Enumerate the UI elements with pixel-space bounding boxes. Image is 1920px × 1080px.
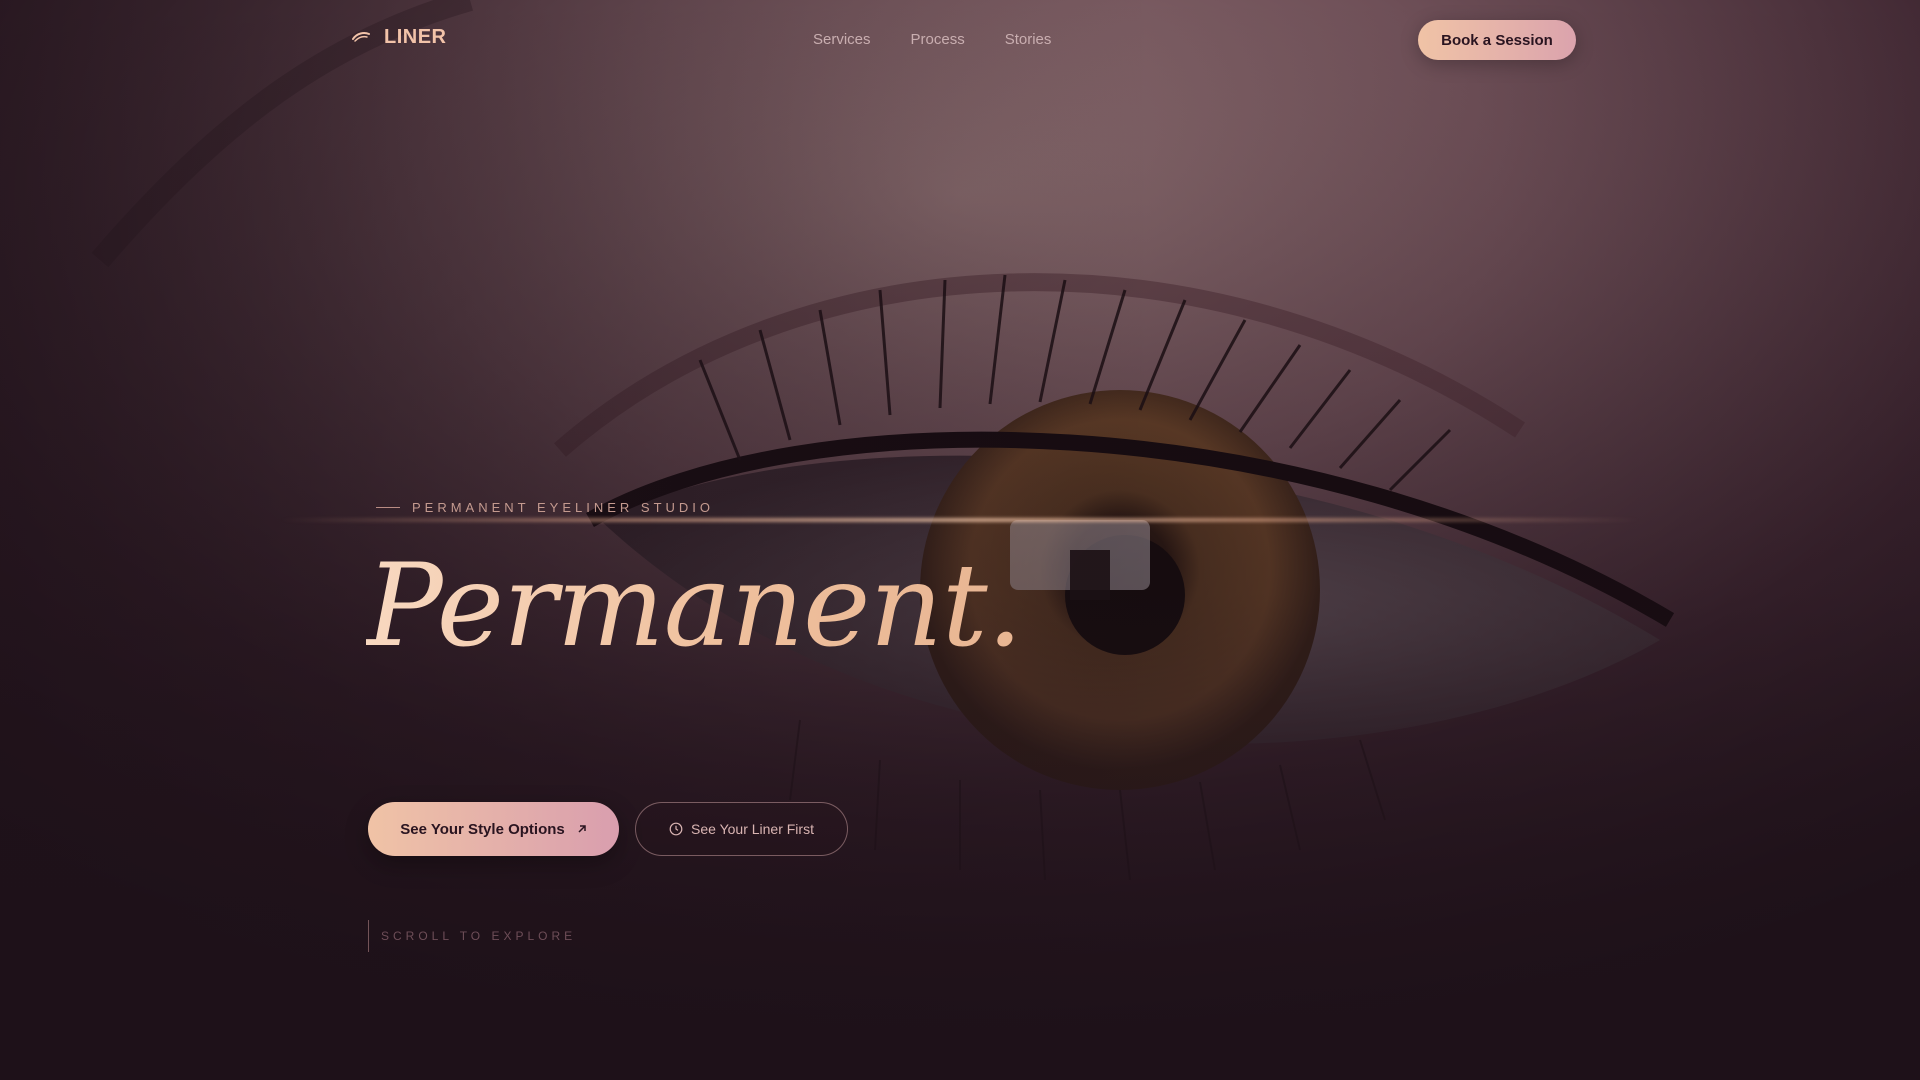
arrow-up-right-icon [578, 825, 586, 833]
style-options-label: See Your Style Options [400, 820, 565, 838]
nav-link-process[interactable]: Process [911, 31, 965, 48]
scroll-hint: SCROLL TO EXPLORE [368, 920, 576, 952]
preview-liner-button[interactable]: See Your Liner First [635, 802, 848, 856]
clock-icon [669, 822, 683, 836]
nav-links: Services Process Stories [813, 31, 1051, 48]
book-session-button[interactable]: Book a Session [1418, 20, 1576, 60]
style-options-button[interactable]: See Your Style Options [368, 802, 619, 856]
glow-divider [280, 518, 1640, 522]
eyebrow-text: PERMANENT EYELINER STUDIO [412, 500, 715, 515]
top-navigation: LINER Services Process Stories Book a Se… [0, 0, 1920, 80]
brand-logo[interactable]: LINER [352, 26, 447, 49]
brand-name: LINER [384, 26, 447, 48]
nav-link-services[interactable]: Services [813, 31, 871, 48]
nav-link-stories[interactable]: Stories [1005, 31, 1052, 48]
eye-stroke-icon [352, 31, 370, 42]
preview-liner-label: See Your Liner First [691, 821, 814, 837]
scroll-hint-text: SCROLL TO EXPLORE [381, 929, 577, 943]
scroll-indicator-line [368, 920, 369, 952]
eyebrow-dash [376, 507, 400, 508]
hero-headline: Permanent. [366, 539, 1023, 672]
hero-eyebrow: PERMANENT EYELINER STUDIO [376, 500, 714, 515]
